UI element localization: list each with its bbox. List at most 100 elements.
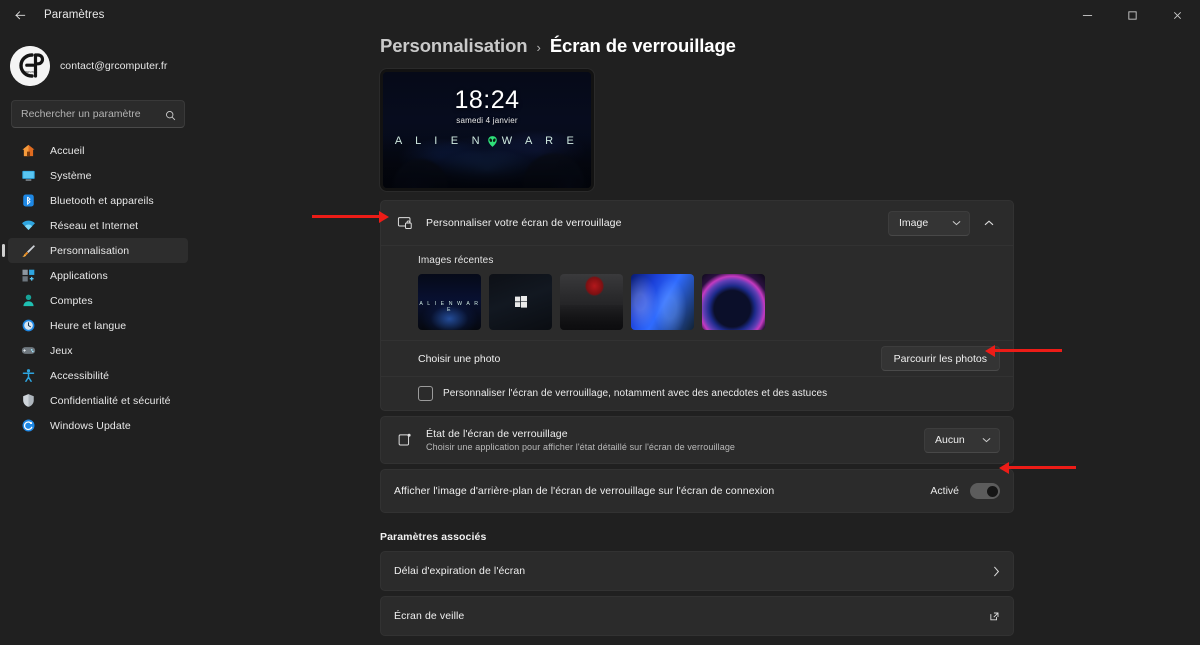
- maximize-icon: [1128, 10, 1137, 20]
- recent-image-thumbnail[interactable]: [702, 274, 765, 330]
- home-icon: [20, 142, 37, 159]
- choose-photo-label: Choisir une photo: [418, 352, 501, 365]
- content-area: Personnalisation › Écran de verrouillage…: [196, 30, 1200, 645]
- lockscreen-icon: [394, 215, 416, 231]
- lockscreen-facts-row[interactable]: Personnaliser l'écran de verrouillage, n…: [381, 376, 1013, 410]
- lockscreen-status-title: État de l'écran de verrouillage: [426, 428, 568, 440]
- related-settings-list: Délai d'expiration de l'écran Écran de v…: [196, 551, 1014, 636]
- lockscreen-facts-checkbox[interactable]: [418, 386, 433, 401]
- sidebar-item-label: Accessibilité: [50, 369, 110, 382]
- time-icon: [20, 317, 37, 334]
- lockscreen-preview-container: 18:24 samedi 4 janvier A L I E N W A R E: [196, 57, 1200, 191]
- brush-icon: [20, 242, 37, 259]
- sidebar-item-accueil[interactable]: Accueil: [8, 138, 188, 163]
- signin-background-toggle[interactable]: [970, 483, 1000, 499]
- bluetooth-icon: [20, 192, 37, 209]
- search-box[interactable]: [11, 100, 185, 128]
- search-container: [0, 90, 196, 128]
- sidebar-item-comptes[interactable]: Comptes: [8, 288, 188, 313]
- chevron-down-icon: [952, 219, 961, 228]
- personalize-lockscreen-row[interactable]: Personnaliser votre écran de verrouillag…: [381, 201, 1013, 245]
- breadcrumb: Personnalisation › Écran de verrouillage: [196, 30, 1200, 57]
- arrow-to-signin-toggle: [999, 461, 1076, 474]
- choose-photo-row: Choisir une photo Parcourir les photos: [381, 340, 1013, 376]
- preview-clock: 18:24: [454, 86, 520, 114]
- lockscreen-status-row[interactable]: État de l'écran de verrouillage Choisir …: [381, 417, 1013, 463]
- sidebar-item-jeux[interactable]: Jeux: [8, 338, 188, 363]
- settings-window: Paramètres COMPUTING contact@grcomputer.…: [0, 0, 1200, 645]
- sidebar-item-reseau[interactable]: Réseau et Internet: [8, 213, 188, 238]
- breadcrumb-parent[interactable]: Personnalisation: [380, 35, 528, 57]
- preview-brand: A L I E N W A R E: [383, 134, 591, 147]
- thumbnail-caption: A L I E N W A R E: [419, 300, 480, 313]
- back-button[interactable]: [4, 0, 36, 30]
- sidebar-item-confidentialite[interactable]: Confidentialité et sécurité: [8, 388, 188, 413]
- sidebar-item-windows-update[interactable]: Windows Update: [8, 413, 188, 438]
- sidebar-item-bluetooth[interactable]: Bluetooth et appareils: [8, 188, 188, 213]
- screen-timeout-row[interactable]: Délai d'expiration de l'écran: [380, 551, 1014, 591]
- external-link-icon: [989, 611, 1000, 622]
- screensaver-row[interactable]: Écran de veille: [380, 596, 1014, 636]
- personalize-lockscreen-card: Personnaliser votre écran de verrouillag…: [380, 200, 1014, 411]
- expand-collapse-button[interactable]: [978, 211, 1000, 236]
- personalize-row-controls: Image: [888, 210, 1000, 236]
- sidebar-item-applications[interactable]: Applications: [8, 263, 188, 288]
- sidebar-item-accessibilite[interactable]: Accessibilité: [8, 363, 188, 388]
- chevron-up-icon: [984, 220, 994, 226]
- signin-background-label: Afficher l'image d'arrière-plan de l'écr…: [394, 485, 775, 497]
- recent-images-panel: Images récentes A L I E N W A R E Choisi…: [381, 245, 1013, 410]
- sidebar-item-heure[interactable]: Heure et langue: [8, 313, 188, 338]
- close-button[interactable]: [1155, 0, 1200, 30]
- sidebar-item-label: Accueil: [50, 144, 85, 157]
- toggle-knob: [986, 485, 998, 497]
- status-icon: [394, 432, 416, 448]
- close-icon: [1173, 11, 1182, 19]
- recent-images-label: Images récentes: [418, 255, 494, 266]
- minimize-icon: [1082, 14, 1093, 16]
- windows-logo-icon: [515, 296, 527, 308]
- page-title: Écran de verrouillage: [549, 35, 736, 56]
- search-input[interactable]: [12, 101, 152, 127]
- account-section[interactable]: COMPUTING contact@grcomputer.fr: [0, 34, 196, 90]
- lockscreen-status-card: État de l'écran de verrouillage Choisir …: [380, 416, 1014, 464]
- sidebar-item-label: Personnalisation: [50, 244, 130, 257]
- screen-timeout-label: Délai d'expiration de l'écran: [394, 565, 526, 577]
- chevron-right-icon: [993, 566, 1000, 577]
- arrow-to-personalize-row: [312, 210, 389, 223]
- recent-image-thumbnail[interactable]: [489, 274, 552, 330]
- alienware-head-icon: [486, 135, 499, 148]
- recent-image-thumbnail[interactable]: A L I E N W A R E: [418, 274, 481, 330]
- sidebar-item-personnalisation[interactable]: Personnalisation: [2, 238, 188, 263]
- personalize-row-title: Personnaliser votre écran de verrouillag…: [426, 217, 622, 229]
- lockscreen-status-controls: Aucun: [924, 427, 1000, 453]
- browse-photos-button[interactable]: Parcourir les photos: [880, 346, 1000, 371]
- signin-background-row[interactable]: Afficher l'image d'arrière-plan de l'écr…: [381, 470, 1013, 512]
- minimize-button[interactable]: [1065, 0, 1110, 30]
- lockscreen-facts-label: Personnaliser l'écran de verrouillage, n…: [443, 388, 828, 399]
- related-settings-heading: Paramètres associés: [380, 531, 487, 543]
- breadcrumb-separator: ›: [536, 40, 541, 55]
- shield-icon: [20, 392, 37, 409]
- sidebar-item-label: Jeux: [50, 344, 73, 357]
- sidebar-item-label: Système: [50, 169, 92, 182]
- sidebar-item-label: Applications: [50, 269, 108, 282]
- lockscreen-status-dropdown[interactable]: Aucun: [924, 427, 1000, 453]
- screensaver-label: Écran de veille: [394, 610, 465, 622]
- signin-background-card: Afficher l'image d'arrière-plan de l'écr…: [380, 469, 1014, 513]
- recent-image-thumbnail[interactable]: [631, 274, 694, 330]
- maximize-button[interactable]: [1110, 0, 1155, 30]
- lockscreen-type-dropdown[interactable]: Image: [888, 210, 970, 236]
- recent-image-thumbnail[interactable]: [560, 274, 623, 330]
- avatar: COMPUTING: [10, 46, 50, 86]
- system-icon: [20, 167, 37, 184]
- lockscreen-status-subtitle: Choisir une application pour afficher l'…: [426, 442, 736, 452]
- lockscreen-type-value: Image: [899, 217, 929, 229]
- svg-text:COMPUTING: COMPUTING: [23, 71, 38, 74]
- sidebar-item-systeme[interactable]: Système: [8, 163, 188, 188]
- window-controls: [1065, 0, 1200, 30]
- apps-icon: [20, 267, 37, 284]
- settings-cards: Personnaliser votre écran de verrouillag…: [196, 191, 1014, 513]
- sidebar: COMPUTING contact@grcomputer.fr Recherch…: [0, 30, 196, 645]
- update-icon: [20, 417, 37, 434]
- network-icon: [20, 217, 37, 234]
